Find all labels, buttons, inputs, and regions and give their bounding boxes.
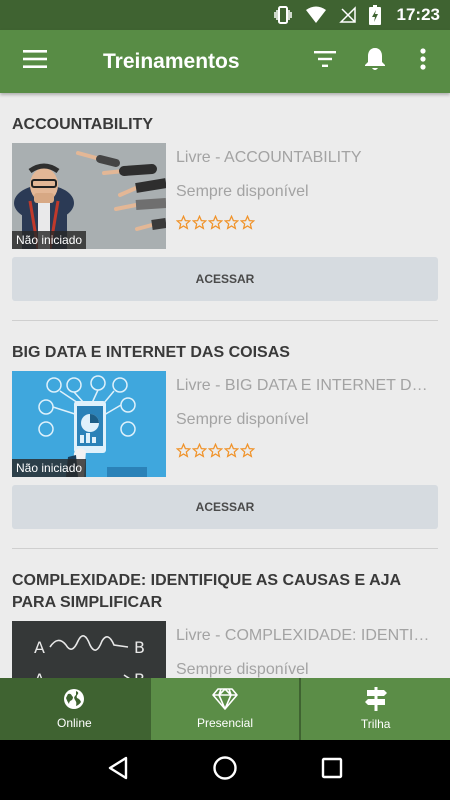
availability-text: Sempre disponível bbox=[176, 411, 309, 428]
card-title: BIG DATA E INTERNET DAS COISAS bbox=[12, 344, 290, 361]
filter-button[interactable] bbox=[300, 30, 350, 93]
star-outline-icon bbox=[240, 443, 255, 458]
nav-label: Online bbox=[56, 716, 92, 730]
nav-label: Trilha bbox=[360, 717, 391, 731]
page-title: Treinamentos bbox=[103, 49, 240, 73]
nav-label: Presencial bbox=[196, 716, 254, 730]
star-outline-icon bbox=[176, 215, 191, 230]
bell-icon bbox=[365, 47, 385, 76]
availability-text: Sempre disponível bbox=[176, 183, 309, 200]
star-outline-icon bbox=[208, 215, 223, 230]
menu-button[interactable] bbox=[0, 30, 70, 93]
bottom-navigation: Online Presencial Trilha bbox=[0, 678, 450, 740]
no-signal-icon bbox=[338, 6, 357, 24]
training-card: COMPLEXIDADE: IDENTIFIQUE AS CAUSAS E AJ… bbox=[0, 549, 450, 678]
training-subtitle: Livre - BIG DATA E INTERNET DAS COISAS bbox=[176, 377, 438, 394]
recents-square-icon bbox=[321, 757, 343, 784]
access-button[interactable]: ACESSAR bbox=[12, 485, 438, 529]
more-vertical-icon bbox=[420, 48, 426, 75]
wifi-icon bbox=[305, 6, 327, 24]
star-outline-icon bbox=[240, 215, 255, 230]
star-outline-icon bbox=[224, 215, 239, 230]
card-title: ACCOUNTABILITY bbox=[12, 116, 154, 133]
home-button[interactable] bbox=[210, 755, 240, 785]
overflow-menu-button[interactable] bbox=[400, 30, 446, 93]
training-subtitle: Livre - COMPLEXIDADE: IDENTIFIQUE AS CAU… bbox=[176, 627, 438, 644]
training-thumbnail[interactable]: Não iniciado bbox=[12, 143, 166, 249]
nav-trilha[interactable]: Trilha bbox=[301, 678, 450, 740]
clock: 17:23 bbox=[396, 5, 440, 24]
vibrate-icon bbox=[273, 5, 293, 25]
rating-stars[interactable] bbox=[176, 215, 438, 230]
star-outline-icon bbox=[208, 443, 223, 458]
status-bar: 17:23 bbox=[0, 0, 450, 30]
nav-presencial[interactable]: Presencial bbox=[151, 678, 302, 740]
status-badge: Não iniciado bbox=[12, 459, 87, 477]
svg-text:A: A bbox=[34, 670, 45, 678]
globe-icon bbox=[63, 688, 85, 716]
app-bar: Treinamentos bbox=[0, 30, 450, 93]
hamburger-icon bbox=[23, 50, 47, 73]
rating-stars[interactable] bbox=[176, 443, 438, 458]
training-list[interactable]: ACCOUNTABILITY Não iniciado Livre - ACCO… bbox=[0, 93, 450, 678]
filter-icon bbox=[314, 51, 336, 72]
training-card: ACCOUNTABILITY Não iniciado Livre - ACCO… bbox=[0, 93, 450, 321]
training-card: BIG DATA E INTERNET DAS COISAS Não inici… bbox=[0, 321, 450, 549]
star-outline-icon bbox=[192, 443, 207, 458]
access-button[interactable]: ACESSAR bbox=[12, 257, 438, 301]
card-title: COMPLEXIDADE: IDENTIFIQUE AS CAUSAS E AJ… bbox=[12, 572, 401, 611]
svg-text:A: A bbox=[34, 638, 45, 657]
star-outline-icon bbox=[176, 443, 191, 458]
recents-button[interactable] bbox=[317, 755, 347, 785]
training-thumbnail[interactable]: Não iniciado bbox=[12, 371, 166, 477]
svg-text:B: B bbox=[134, 670, 145, 678]
back-button[interactable] bbox=[103, 755, 133, 785]
system-navigation-bar bbox=[0, 740, 450, 800]
training-thumbnail[interactable]: A A B B bbox=[12, 621, 166, 678]
notifications-button[interactable] bbox=[350, 30, 400, 93]
nav-online[interactable]: Online bbox=[0, 678, 151, 740]
svg-text:B: B bbox=[134, 638, 145, 657]
training-subtitle: Livre - ACCOUNTABILITY bbox=[176, 149, 362, 166]
battery-charging-icon bbox=[368, 5, 381, 25]
back-triangle-icon bbox=[107, 756, 129, 785]
star-outline-icon bbox=[192, 215, 207, 230]
home-circle-icon bbox=[212, 755, 238, 786]
diamond-icon bbox=[212, 688, 238, 716]
star-outline-icon bbox=[224, 443, 239, 458]
status-badge: Não iniciado bbox=[12, 231, 87, 249]
availability-text: Sempre disponível bbox=[176, 661, 309, 678]
signpost-icon bbox=[364, 687, 387, 717]
